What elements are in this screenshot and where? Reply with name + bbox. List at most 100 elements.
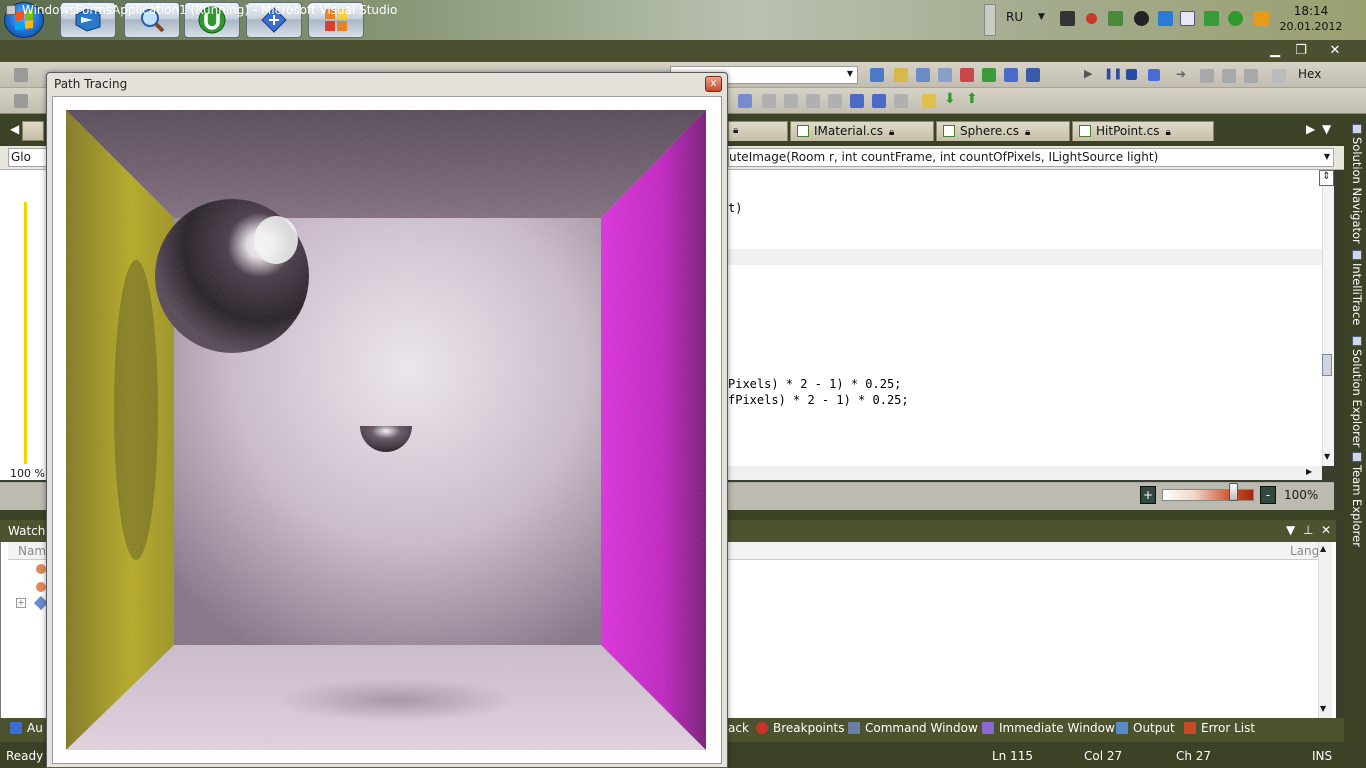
hex-display-icon[interactable] bbox=[922, 94, 936, 108]
status-column: Col 27 bbox=[1084, 749, 1123, 763]
step-over-icon[interactable] bbox=[1222, 69, 1236, 83]
tab-hitpoint[interactable]: HitPoint.cs 🔒︎ bbox=[1072, 121, 1214, 141]
toolbox-icon[interactable] bbox=[938, 68, 952, 82]
lock-icon: 🔒︎ bbox=[1024, 127, 1031, 138]
find-icon[interactable] bbox=[870, 68, 884, 82]
panel-menu-icon[interactable]: ▼ bbox=[1286, 523, 1295, 537]
stop-icon[interactable] bbox=[1126, 69, 1137, 80]
tab-active-partial[interactable] bbox=[22, 121, 44, 141]
pin-icon[interactable]: ⊥ bbox=[1303, 523, 1313, 537]
split-editor-button[interactable]: ⇕ bbox=[1319, 170, 1334, 186]
rendered-image[interactable] bbox=[66, 110, 706, 750]
pause-icon[interactable]: ❚❚ bbox=[1104, 67, 1122, 80]
indent-icon[interactable] bbox=[850, 94, 864, 108]
utorrent-tray-icon[interactable] bbox=[1228, 11, 1243, 26]
uncomment-icon[interactable] bbox=[762, 94, 776, 108]
tray-volume-icon[interactable] bbox=[1254, 11, 1269, 26]
scroll-down-icon[interactable]: ▼ bbox=[1324, 452, 1330, 461]
comment-icon[interactable] bbox=[738, 94, 752, 108]
code-line[interactable]: Pixels) * 2 - 1) * 0.25; bbox=[728, 377, 901, 391]
zoom-slider-thumb[interactable] bbox=[1229, 483, 1238, 501]
watch-vertical-scrollbar[interactable] bbox=[1318, 542, 1332, 718]
show-next-statement-icon[interactable]: ➜ bbox=[1176, 67, 1186, 81]
vtab-label: Team Explorer bbox=[1350, 465, 1364, 547]
tools-icon[interactable] bbox=[960, 68, 974, 82]
next-bookmark-icon[interactable] bbox=[828, 94, 842, 108]
solution-explorer-icon bbox=[1352, 336, 1362, 346]
hex-toggle[interactable]: Hex bbox=[1298, 67, 1321, 81]
clock[interactable]: 18:14 20.01.2012 bbox=[1275, 3, 1347, 35]
arrow-down-icon[interactable]: ⬇ bbox=[944, 91, 956, 107]
panel-close-icon[interactable]: ✕ bbox=[1321, 523, 1331, 537]
language-indicator[interactable]: RU bbox=[1006, 10, 1023, 24]
editor-vertical-scrollbar[interactable] bbox=[1322, 170, 1334, 466]
code-line[interactable]: t) bbox=[728, 201, 742, 215]
tab-imaterial[interactable]: IMaterial.cs 🔒︎ bbox=[790, 121, 934, 141]
column-name[interactable]: Nam bbox=[18, 544, 46, 558]
steam-icon[interactable] bbox=[1134, 11, 1149, 26]
panel-controls: ▼ ⊥ ✕ bbox=[1286, 523, 1331, 537]
restore-button[interactable]: ❐ bbox=[1288, 42, 1314, 59]
tab-output[interactable]: Output bbox=[1116, 721, 1175, 735]
tray-app-icon[interactable] bbox=[1060, 11, 1075, 26]
code-line[interactable]: fPixels) * 2 - 1) * 0.25; bbox=[728, 393, 909, 407]
language-dropdown-icon[interactable]: ▼ bbox=[1038, 12, 1045, 22]
zoom-slider[interactable] bbox=[1162, 489, 1254, 501]
tray-window-icon[interactable] bbox=[1180, 11, 1195, 26]
path-tracing-close-button[interactable]: x bbox=[705, 76, 722, 92]
step-into-icon[interactable] bbox=[1200, 69, 1214, 83]
column-language[interactable]: Lang bbox=[1290, 544, 1319, 558]
tray-flag-icon[interactable] bbox=[1108, 11, 1123, 26]
prev-bookmark-icon[interactable] bbox=[806, 94, 820, 108]
tab-call-stack[interactable]: ack bbox=[728, 721, 749, 735]
properties-icon[interactable] bbox=[894, 68, 908, 82]
member-select[interactable]: uteImage(Room r, int countFrame, int cou… bbox=[728, 148, 1334, 167]
tab-team-explorer[interactable]: Team Explorer bbox=[1346, 452, 1364, 547]
tab-error-list[interactable]: Error List bbox=[1184, 721, 1255, 735]
tab-breakpoints[interactable]: Breakpoints bbox=[756, 721, 844, 735]
scroll-up-icon[interactable]: ▲ bbox=[1320, 544, 1326, 553]
object-browser-icon[interactable] bbox=[916, 68, 930, 82]
scroll-right-icon[interactable]: ▶ bbox=[1306, 467, 1312, 476]
toolbar-grip-icon bbox=[14, 68, 28, 82]
zoom-out-button[interactable]: - bbox=[1260, 486, 1276, 504]
vtab-label: IntelliTrace bbox=[1350, 263, 1364, 326]
tab-command-window[interactable]: Command Window bbox=[848, 721, 978, 735]
extension-icon[interactable] bbox=[1004, 68, 1018, 82]
tab-immediate-window[interactable]: Immediate Window bbox=[982, 721, 1115, 735]
tab-autos[interactable]: Au bbox=[10, 721, 43, 735]
scrollbar-thumb[interactable] bbox=[1322, 354, 1332, 376]
tab-sphere[interactable]: Sphere.cs 🔒︎ bbox=[936, 121, 1070, 141]
arrow-up-icon[interactable]: ⬆ bbox=[966, 91, 978, 107]
close-button[interactable]: ✕ bbox=[1322, 42, 1348, 59]
tab-partial[interactable]: 🔒︎ bbox=[728, 121, 788, 141]
window-layout-icon[interactable] bbox=[1026, 68, 1040, 82]
vtab-label: Solution Explorer bbox=[1350, 349, 1364, 448]
minimize-button[interactable]: ▁ bbox=[1262, 42, 1288, 59]
start-page-icon[interactable] bbox=[982, 68, 996, 82]
tab-dropdown-icon[interactable]: ▼ bbox=[1322, 122, 1331, 136]
watch-item-icon-2 bbox=[36, 582, 46, 592]
tab-label: HitPoint.cs bbox=[1096, 124, 1160, 138]
tab-scroll-left-icon[interactable]: ◀ bbox=[10, 122, 19, 136]
outdent-icon[interactable] bbox=[872, 94, 886, 108]
tray-record-icon[interactable] bbox=[1086, 13, 1097, 24]
tab-scroll-right-icon[interactable]: ▶ bbox=[1306, 122, 1315, 136]
editor-horizontal-scrollbar[interactable] bbox=[728, 466, 1322, 480]
tab-solution-explorer[interactable]: Solution Explorer bbox=[1346, 336, 1364, 447]
scroll-down-icon-2[interactable]: ▼ bbox=[1320, 704, 1326, 713]
cs-file-icon bbox=[797, 125, 809, 137]
vs-window-icon bbox=[6, 5, 16, 15]
tab-intellitrace[interactable]: IntelliTrace bbox=[1346, 250, 1364, 325]
step-out-icon[interactable] bbox=[1244, 69, 1258, 83]
breakpoint-search-icon[interactable] bbox=[1272, 69, 1286, 83]
zoom-in-button[interactable]: + bbox=[1140, 486, 1156, 504]
expand-icon[interactable]: + bbox=[16, 598, 26, 608]
restart-icon[interactable] bbox=[1148, 69, 1160, 81]
tab-solution-navigator[interactable]: Solution Navigator bbox=[1346, 124, 1364, 244]
dropbox-icon[interactable] bbox=[1158, 11, 1173, 26]
bookmark-icon[interactable] bbox=[784, 94, 798, 108]
tray-battery-icon[interactable] bbox=[1204, 11, 1219, 26]
continue-icon[interactable]: ▶ bbox=[1084, 67, 1092, 80]
clear-bookmarks-icon[interactable] bbox=[894, 94, 908, 108]
